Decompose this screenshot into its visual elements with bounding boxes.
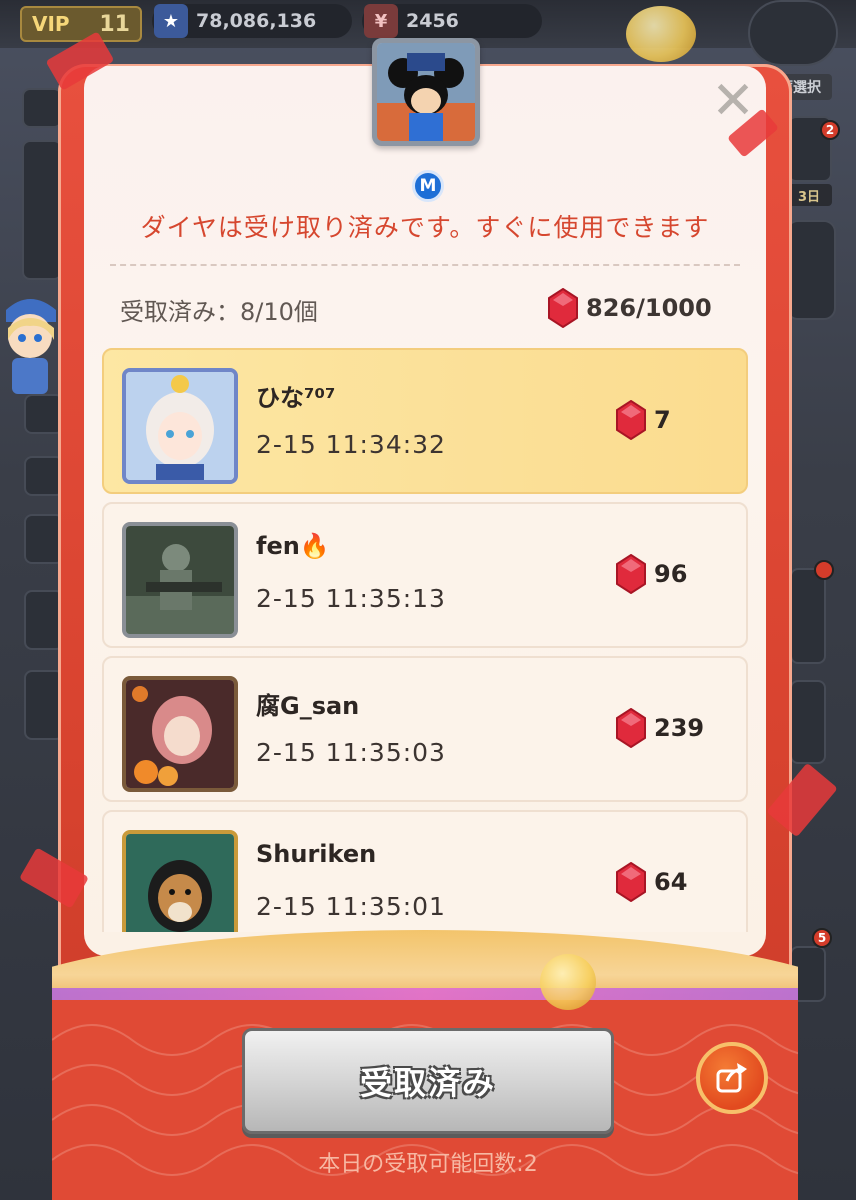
remaining-count: 本日の受取可能回数:2	[318, 1152, 538, 1177]
ninja-dog-avatar-icon	[126, 834, 234, 932]
claimed-button[interactable]: 受取済み	[242, 1028, 614, 1134]
currency-counter[interactable]: ¥ 2456	[362, 4, 542, 38]
side-right-button-1[interactable]	[790, 568, 826, 664]
share-button[interactable]	[696, 1042, 768, 1114]
list-item[interactable]: ひな⁷⁰⁷ 2-15 11:34:32 7	[102, 348, 748, 494]
chibi-character-icon[interactable]	[0, 288, 60, 398]
day-tag: 3日	[786, 184, 832, 206]
claim-amount-value: 7	[654, 406, 671, 434]
notice-text: ダイヤは受け取り済みです。すぐに使用できます	[140, 213, 710, 242]
user-avatar[interactable]	[122, 676, 238, 792]
claims-list[interactable]: ひな⁷⁰⁷ 2-15 11:34:32 7 fen🔥 2-15 11:35:13	[102, 348, 748, 932]
claim-time: 2-15 11:35:13	[256, 584, 446, 613]
soldier-avatar-icon	[126, 526, 234, 634]
red-gem-icon	[616, 862, 646, 902]
side-panel	[22, 140, 62, 280]
side-right-button-2[interactable]	[790, 680, 826, 764]
user-name: 腐G_san	[256, 692, 360, 720]
coin-decoration	[540, 954, 596, 1010]
shop-cart-button[interactable]	[748, 0, 838, 66]
collapse-button[interactable]	[22, 88, 62, 128]
yen-icon: ¥	[364, 4, 398, 38]
user-name: Shuriken	[256, 840, 377, 868]
currency-value: 2456	[406, 10, 459, 32]
badge-five: 5	[812, 928, 832, 948]
power-value: 78,086,136	[196, 10, 317, 32]
vip-badge[interactable]: VIP 11	[20, 6, 142, 42]
claim-time: 2-15 11:35:01	[256, 892, 446, 921]
claim-amount: 7	[616, 398, 671, 442]
sender-avatar[interactable]	[372, 38, 480, 146]
red-gem-icon	[616, 554, 646, 594]
red-gem-icon	[548, 288, 578, 328]
gift-badge: 2	[820, 120, 840, 140]
list-item[interactable]: fen🔥 2-15 11:35:13 96	[102, 502, 748, 648]
shield-star-icon: ★	[154, 4, 188, 38]
user-avatar[interactable]	[122, 522, 238, 638]
vip-level: 11	[99, 11, 130, 37]
dashed-divider	[110, 264, 740, 266]
coin-decoration	[626, 6, 696, 62]
claim-amount-value: 239	[654, 714, 705, 742]
claim-amount-value: 96	[654, 560, 688, 588]
total-gems-value: 826/1000	[586, 294, 712, 322]
claim-time: 2-15 11:34:32	[256, 430, 446, 459]
m-badge-icon: M	[412, 170, 444, 202]
user-name: fen🔥	[256, 532, 330, 560]
list-item[interactable]: Shuriken 2-15 11:35:01 64	[102, 810, 748, 932]
red-gem-icon	[616, 400, 646, 440]
mouse-character-icon	[377, 43, 475, 141]
claim-amount-value: 64	[654, 868, 688, 896]
vip-label: VIP	[32, 12, 70, 36]
anime-girl-avatar-icon	[126, 372, 234, 480]
claim-time: 2-15 11:35:03	[256, 738, 446, 767]
total-gems: 826/1000	[548, 286, 712, 330]
list-item[interactable]: 腐G_san 2-15 11:35:03 239	[102, 656, 748, 802]
claimed-count: 受取済み：8/10個	[120, 298, 318, 326]
pumpkin-girl-avatar-icon	[126, 680, 234, 788]
user-avatar[interactable]	[122, 368, 238, 484]
user-name: ひな⁷⁰⁷	[256, 384, 336, 412]
notify-dot	[814, 560, 834, 580]
event-button[interactable]	[786, 220, 836, 320]
claim-amount: 239	[616, 706, 704, 750]
user-avatar[interactable]	[122, 830, 238, 932]
power-counter[interactable]: ★ 78,086,136	[152, 4, 352, 38]
red-gem-icon	[616, 708, 646, 748]
share-icon	[716, 1063, 747, 1093]
claim-amount: 64	[616, 860, 687, 904]
claim-amount: 96	[616, 552, 687, 596]
